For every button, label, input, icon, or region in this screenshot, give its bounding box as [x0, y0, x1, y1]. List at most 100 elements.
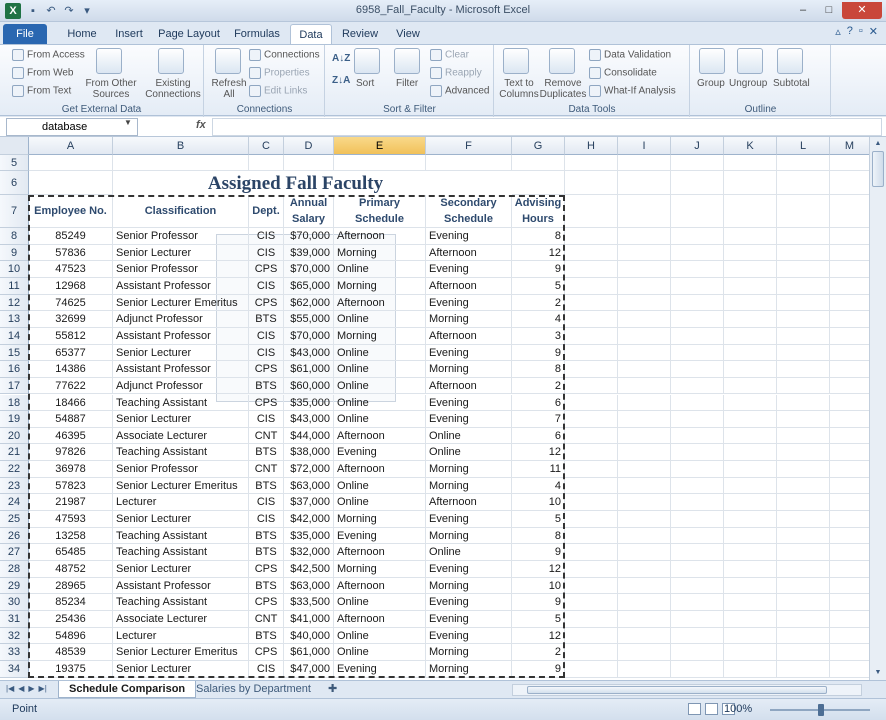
empty-cell[interactable]	[565, 277, 618, 295]
empty-cell[interactable]	[565, 427, 618, 445]
cell-primary-schedule[interactable]: Afternoon	[334, 610, 426, 628]
sheet-tab-schedule-comparison[interactable]: Schedule Comparison	[58, 681, 197, 698]
empty-cell[interactable]	[618, 344, 671, 362]
cell-employee-no[interactable]: 36978	[29, 461, 113, 478]
empty-cell[interactable]	[830, 261, 869, 278]
cell-classification[interactable]: Teaching Assistant	[113, 394, 249, 412]
empty-cell[interactable]	[618, 660, 671, 678]
cell-advising-hours[interactable]: 12	[512, 561, 565, 578]
empty-cell[interactable]	[724, 610, 777, 628]
empty-cell[interactable]	[830, 171, 869, 195]
column-header-c[interactable]: C	[249, 137, 284, 155]
cell-secondary-schedule[interactable]: Evening	[426, 344, 512, 362]
empty-cell[interactable]	[618, 411, 671, 428]
empty-cell[interactable]	[830, 395, 869, 412]
column-header-k[interactable]: K	[724, 137, 777, 155]
empty-cell[interactable]	[777, 577, 830, 595]
cell-primary-schedule[interactable]: Online	[334, 411, 426, 428]
row-header[interactable]: 27	[0, 544, 29, 561]
cell-secondary-schedule[interactable]: Morning	[426, 577, 512, 595]
cell-dept[interactable]: CIS	[249, 411, 284, 428]
row-header[interactable]: 22	[0, 461, 29, 478]
clear-button[interactable]: Clear	[430, 49, 469, 61]
cell-employee-no[interactable]: 32699	[29, 311, 113, 328]
cell-employee-no[interactable]: 55812	[29, 327, 113, 345]
doc-close-icon[interactable]: ✕	[869, 25, 878, 38]
row-header[interactable]: 11	[0, 277, 29, 295]
empty-cell[interactable]	[830, 411, 869, 428]
connections-button[interactable]: Connections	[249, 49, 320, 61]
cell-employee-no[interactable]: 47593	[29, 511, 113, 528]
cell-employee-no[interactable]: 19375	[29, 660, 113, 678]
cell-advising-hours[interactable]: 9	[512, 344, 565, 362]
cell-primary-schedule[interactable]: Online	[334, 477, 426, 495]
empty-cell[interactable]	[777, 361, 830, 378]
cell-employee-no[interactable]: 48539	[29, 644, 113, 661]
empty-cell[interactable]	[565, 444, 618, 462]
empty-cell[interactable]	[671, 477, 724, 495]
empty-cell[interactable]	[777, 477, 830, 495]
name-box-dropdown-icon[interactable]: ▼	[124, 118, 132, 127]
cell-dept[interactable]: CIS	[249, 494, 284, 512]
empty-cell[interactable]	[724, 195, 777, 228]
row-header[interactable]: 18	[0, 394, 29, 412]
empty-cell[interactable]	[618, 544, 671, 561]
cell-primary-schedule[interactable]: Afternoon	[334, 228, 426, 245]
empty-cell[interactable]	[724, 660, 777, 678]
row-header[interactable]: 30	[0, 594, 29, 611]
column-header-d[interactable]: D	[284, 137, 334, 155]
empty-cell[interactable]	[618, 577, 671, 595]
empty-cell[interactable]	[830, 228, 869, 245]
tab-formulas[interactable]: Formulas	[230, 24, 284, 44]
cell-employee-no[interactable]: 54896	[29, 627, 113, 645]
column-header-m[interactable]: M	[830, 137, 869, 155]
cell-employee-no[interactable]: 48752	[29, 561, 113, 578]
cell-dept[interactable]: CIS	[249, 660, 284, 678]
empty-cell[interactable]	[724, 511, 777, 528]
cell-annual-salary[interactable]: $63,000	[284, 477, 334, 495]
cell-secondary-schedule[interactable]: Morning	[426, 477, 512, 495]
reapply-button[interactable]: Reapply	[430, 67, 482, 79]
cell-dept[interactable]: CIS	[249, 244, 284, 262]
empty-cell[interactable]	[565, 244, 618, 262]
empty-cell[interactable]	[671, 527, 724, 545]
empty-cell[interactable]	[724, 477, 777, 495]
empty-cell[interactable]	[671, 377, 724, 395]
cell-annual-salary[interactable]: $42,500	[284, 561, 334, 578]
column-header-g[interactable]: G	[512, 137, 565, 155]
empty-cell[interactable]	[618, 427, 671, 445]
ungroup-button[interactable]: Ungroup	[729, 78, 767, 89]
consolidate-button[interactable]: Consolidate	[589, 67, 657, 79]
cell-advising-hours[interactable]: 11	[512, 461, 565, 478]
scroll-up-icon[interactable]: ▲	[872, 138, 884, 150]
empty-cell[interactable]	[512, 155, 565, 171]
help-icon[interactable]: ?	[847, 25, 853, 38]
empty-cell[interactable]	[565, 311, 618, 328]
empty-cell[interactable]	[671, 311, 724, 328]
cell-employee-no[interactable]: 85234	[29, 594, 113, 611]
empty-cell[interactable]	[777, 171, 830, 195]
empty-cell[interactable]	[565, 527, 618, 545]
cell-annual-salary[interactable]: $35,000	[284, 394, 334, 412]
empty-cell[interactable]	[830, 311, 869, 328]
cell-annual-salary[interactable]: $41,000	[284, 610, 334, 628]
cell-employee-no[interactable]: 25436	[29, 610, 113, 628]
cell-primary-schedule[interactable]: Morning	[334, 327, 426, 345]
cell-annual-salary[interactable]: $61,000	[284, 361, 334, 378]
cell-dept[interactable]: CIS	[249, 277, 284, 295]
empty-cell[interactable]	[565, 477, 618, 495]
empty-cell[interactable]	[724, 527, 777, 545]
cell-advising-hours[interactable]: 6	[512, 427, 565, 445]
row-header[interactable]: 15	[0, 344, 29, 362]
empty-cell[interactable]	[249, 155, 284, 171]
cell-advising-hours[interactable]: 9	[512, 594, 565, 611]
cell-advising-hours[interactable]: 4	[512, 311, 565, 328]
cell-dept[interactable]: CIS	[249, 327, 284, 345]
empty-cell[interactable]	[830, 345, 869, 362]
cell-secondary-schedule[interactable]: Morning	[426, 311, 512, 328]
empty-cell[interactable]	[671, 361, 724, 378]
empty-cell[interactable]	[830, 378, 869, 395]
empty-cell[interactable]	[724, 411, 777, 428]
empty-cell[interactable]	[565, 327, 618, 345]
empty-cell[interactable]	[565, 544, 618, 561]
